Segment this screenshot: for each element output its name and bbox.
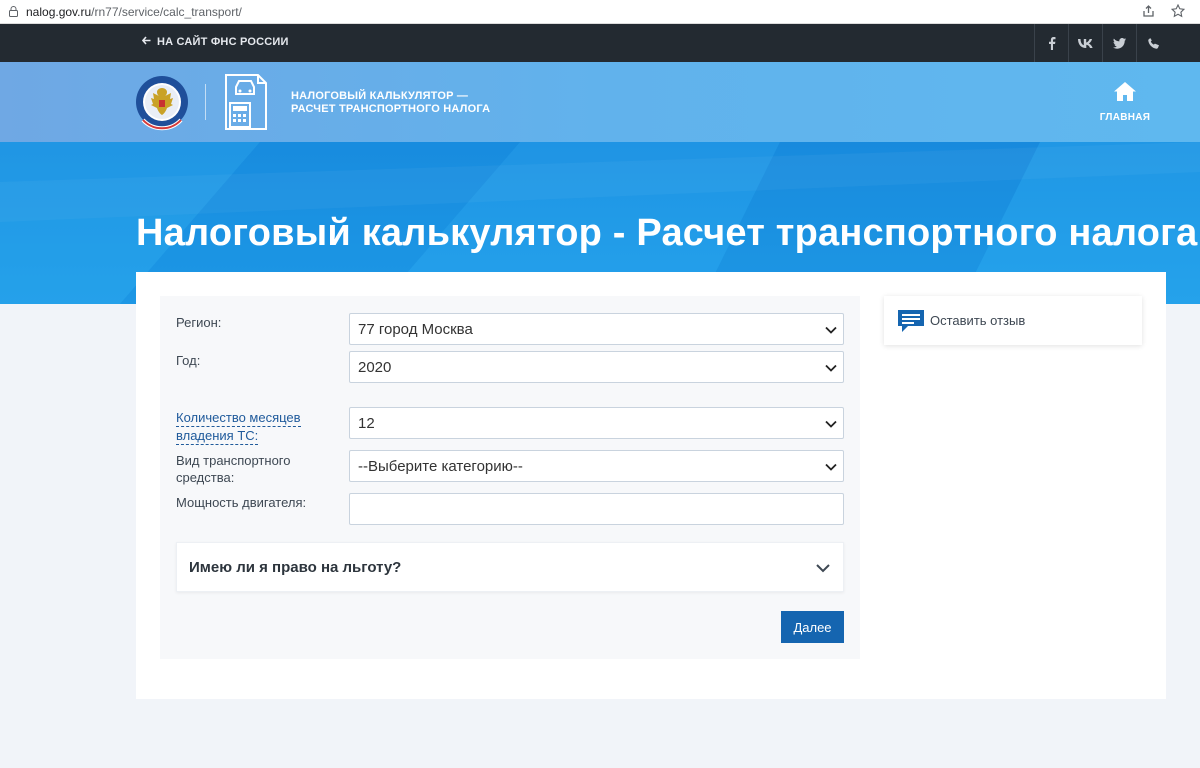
engine-power-input[interactable]: [349, 493, 844, 525]
region-select[interactable]: 77 город Москва: [349, 313, 844, 345]
service-title-line-2: РАСЧЕТ ТРАНСПОРТНОГО НАЛОГА: [291, 103, 491, 115]
chevron-down-icon: [815, 560, 831, 576]
back-label: НА САЙТ ФНС РОССИИ: [157, 36, 289, 48]
header-divider: [205, 84, 206, 120]
url-path: /rn77/service/calc_transport/: [91, 4, 242, 19]
url-text[interactable]: nalog.gov.ru/rn77/service/calc_transport…: [26, 5, 242, 19]
vehicle-type-label: Вид транспортного средства:: [176, 452, 291, 486]
chevron-down-icon: [825, 460, 837, 472]
months-value: 12: [358, 414, 375, 432]
vehicle-type-value: --Выберите категорию--: [358, 457, 523, 475]
chat-comment-icon: [897, 309, 925, 333]
benefit-question: Имею ли я право на льготу?: [189, 559, 402, 576]
engine-power-row: Мощность двигателя:: [176, 493, 844, 527]
chevron-down-icon: [825, 417, 837, 429]
vehicle-type-label-line-2: средства:: [176, 470, 235, 485]
back-to-fns-link[interactable]: НА САЙТ ФНС РОССИИ: [141, 36, 289, 48]
home-label: ГЛАВНАЯ: [1099, 112, 1151, 123]
chevron-down-icon: [825, 361, 837, 373]
top-bar: НА САЙТ ФНС РОССИИ: [0, 24, 1200, 62]
benefit-accordion[interactable]: Имею ли я право на льготу?: [176, 542, 844, 592]
service-title: НАЛОГОВЫЙ КАЛЬКУЛЯТОР — РАСЧЕТ ТРАНСПОРТ…: [291, 90, 490, 116]
months-label-line-1: Количество месяцев: [176, 410, 301, 427]
feedback-label: Оставить отзыв: [930, 313, 1026, 328]
home-icon: [1114, 82, 1136, 105]
region-value: 77 город Москва: [358, 320, 473, 338]
year-value: 2020: [358, 358, 392, 376]
months-label[interactable]: Количество месяцев владения ТС:: [176, 409, 301, 445]
engine-power-label: Мощность двигателя:: [176, 495, 307, 510]
arrow-left-icon: [141, 36, 151, 48]
next-button[interactable]: Далее: [781, 611, 844, 643]
chevron-down-icon: [825, 323, 837, 335]
vehicle-type-label-line-1: Вид транспортного: [176, 453, 291, 468]
page-title: Налоговый калькулятор - Расчет транспорт…: [136, 212, 1198, 254]
calculator-form: Регион: 77 город Москва Год: 2020 Количе…: [160, 296, 860, 659]
share-icon[interactable]: [1140, 3, 1156, 19]
feedback-link[interactable]: Оставить отзыв: [884, 296, 1142, 345]
vk-icon[interactable]: [1068, 24, 1102, 62]
region-row: Регион: 77 город Москва: [176, 313, 844, 347]
calculator-car-icon: [224, 73, 268, 131]
months-select[interactable]: 12: [349, 407, 844, 439]
twitter-icon[interactable]: [1102, 24, 1136, 62]
bookmark-star-icon[interactable]: [1170, 3, 1186, 19]
calculator-card: Регион: 77 город Москва Год: 2020 Количе…: [136, 272, 1166, 699]
url-host: nalog.gov.ru: [26, 4, 92, 19]
service-title-line-1: НАЛОГОВЫЙ КАЛЬКУЛЯТОР —: [291, 90, 469, 102]
year-label: Год:: [176, 353, 201, 368]
region-label: Регион:: [176, 315, 222, 330]
months-label-line-2: владения ТС:: [176, 428, 259, 445]
facebook-icon[interactable]: [1034, 24, 1068, 62]
site-header: НАЛОГОВЫЙ КАЛЬКУЛЯТОР — РАСЧЕТ ТРАНСПОРТ…: [0, 62, 1200, 142]
social-links: [1034, 24, 1170, 62]
months-row: Количество месяцев владения ТС: 12: [176, 407, 844, 447]
vehicle-type-select[interactable]: --Выберите категорию--: [349, 450, 844, 482]
lock-icon: [8, 6, 18, 18]
year-row: Год: 2020: [176, 351, 844, 385]
vehicle-type-row: Вид транспортного средства: --Выберите к…: [176, 450, 844, 490]
home-link[interactable]: ГЛАВНАЯ: [1094, 82, 1156, 123]
phone-icon[interactable]: [1136, 24, 1170, 62]
year-select[interactable]: 2020: [349, 351, 844, 383]
fns-emblem-logo[interactable]: [135, 72, 189, 132]
browser-address-bar[interactable]: nalog.gov.ru/rn77/service/calc_transport…: [0, 0, 1200, 24]
